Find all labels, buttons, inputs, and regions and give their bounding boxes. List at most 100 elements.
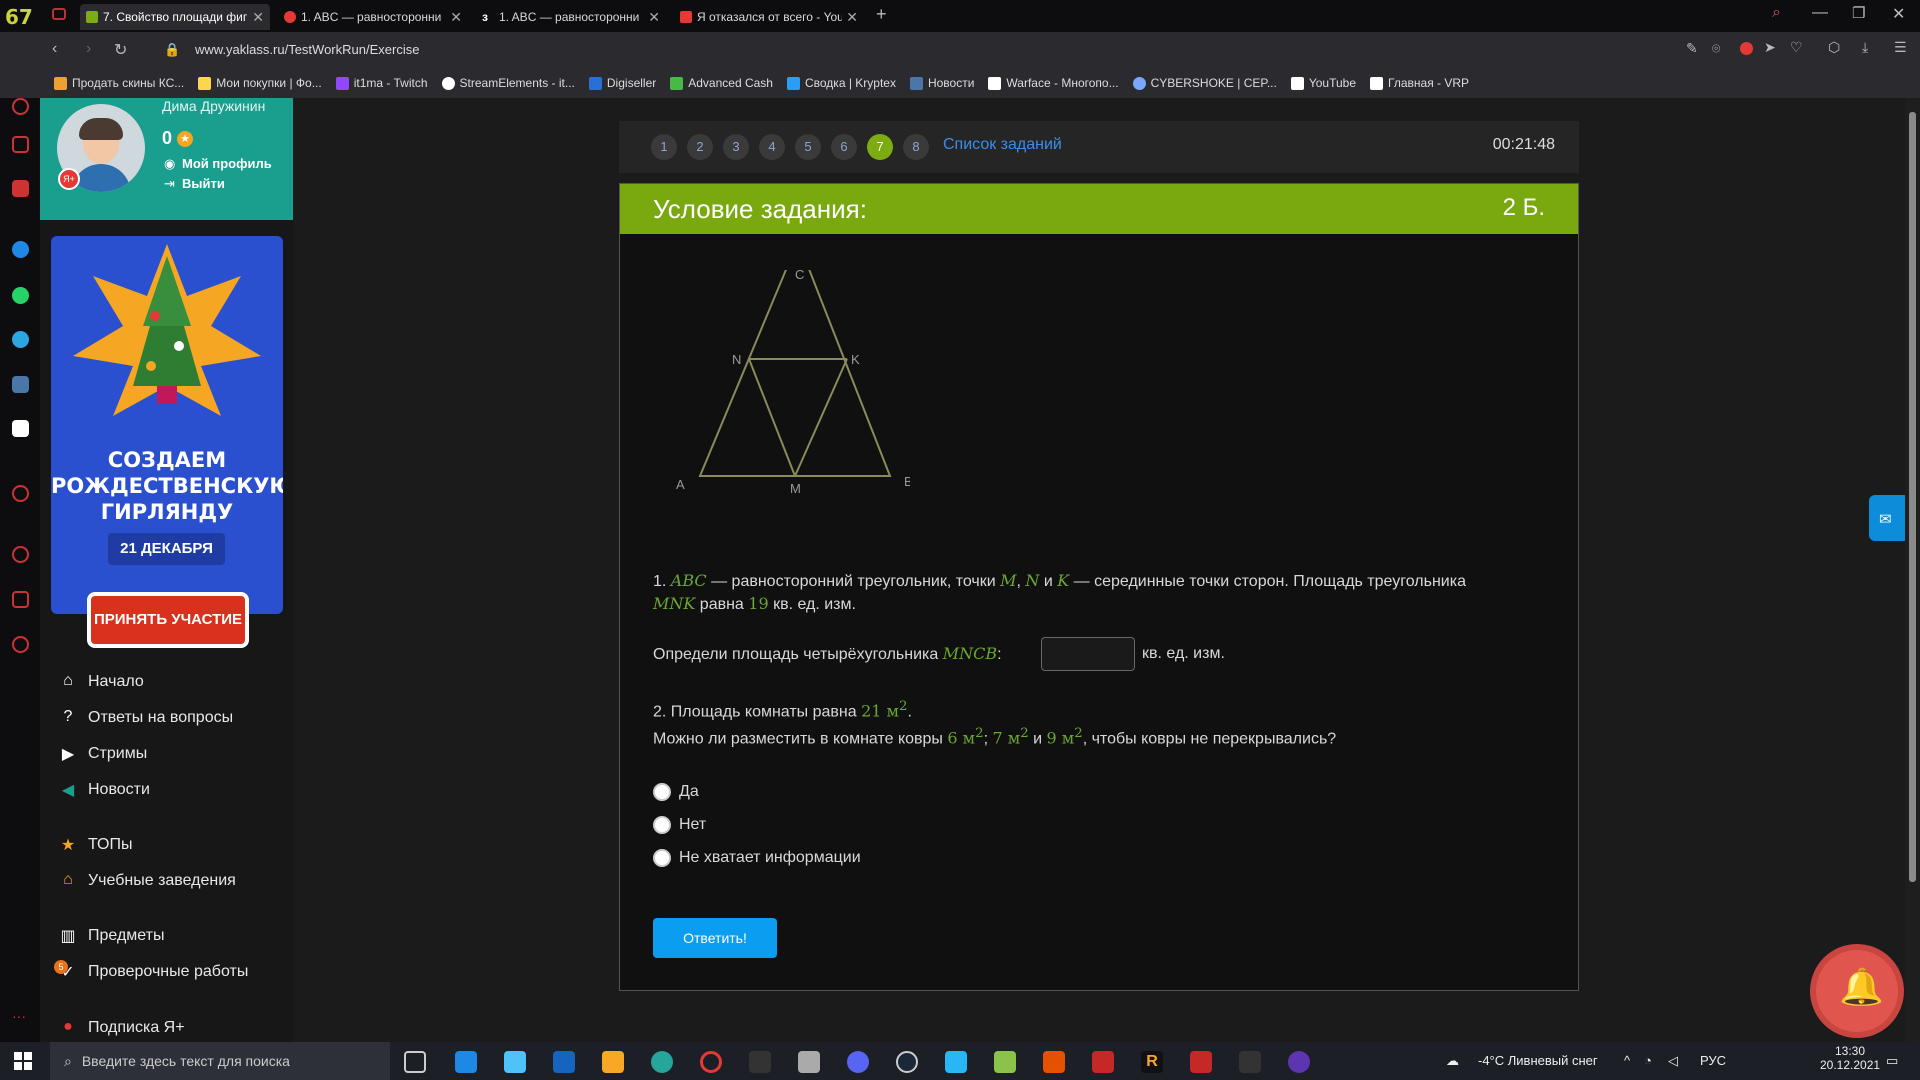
discord-sidebar-icon[interactable] xyxy=(12,420,29,437)
lock-icon[interactable]: 🔒 xyxy=(164,42,180,58)
area-answer-input[interactable] xyxy=(1041,637,1135,671)
shield-app-icon[interactable] xyxy=(1190,1051,1212,1073)
menu-item-subscription[interactable]: ● Подписка Я+ xyxy=(58,1018,184,1038)
bookmark-item[interactable]: Digiseller xyxy=(588,76,656,90)
notifications-button[interactable]: 🔔 xyxy=(1810,944,1904,1038)
tab-3[interactable]: з 1. ABC — равносторонни ✕ xyxy=(476,4,666,30)
opera-icon[interactable] xyxy=(700,1051,722,1073)
shop-icon[interactable] xyxy=(12,136,29,153)
bookmark-item[interactable]: StreamElements - it... xyxy=(441,76,575,90)
question-number-6[interactable]: 6 xyxy=(831,134,857,160)
bookmark-item[interactable]: Advanced Cash xyxy=(670,76,773,90)
close-tab-icon[interactable]: ✕ xyxy=(846,9,858,26)
bookmark-item[interactable]: Продать скины КС... xyxy=(54,76,184,90)
bookmark-item[interactable]: Warface - Многопо... xyxy=(988,76,1119,90)
menu-item-streams[interactable]: ▶ Стримы xyxy=(58,744,147,764)
messenger-icon[interactable] xyxy=(12,241,29,258)
download-icon[interactable]: ⤓ xyxy=(1862,39,1868,56)
menu-item-answers[interactable]: ? Ответы на вопросы xyxy=(58,708,234,728)
history-icon[interactable] xyxy=(12,546,29,563)
cube-icon[interactable]: ⬡ xyxy=(1828,39,1840,56)
clock[interactable]: 13:30 20.12.2021 xyxy=(1820,1044,1880,1072)
weather[interactable]: -4°C Ливневый снег xyxy=(1478,1053,1598,1068)
new-tab-button[interactable]: + xyxy=(876,4,887,25)
close-tab-icon[interactable]: ✕ xyxy=(648,9,660,26)
question-number-2[interactable]: 2 xyxy=(687,134,713,160)
rockstar-icon[interactable]: R xyxy=(1141,1051,1163,1073)
player-icon[interactable] xyxy=(12,485,29,502)
join-button[interactable]: ПРИНЯТЬ УЧАСТИЕ xyxy=(87,592,249,648)
notification-center-icon[interactable]: ▭ xyxy=(1886,1053,1898,1069)
bookmark-item[interactable]: Новости xyxy=(909,76,974,90)
adblock-icon[interactable] xyxy=(1740,42,1753,55)
logout-link[interactable]: Выйти xyxy=(182,176,225,191)
menu-item-tops[interactable]: ★ ТОПы xyxy=(58,835,133,855)
edit-icon[interactable]: ✎ xyxy=(1686,40,1698,57)
bookmark-item[interactable]: it1ma - Twitch xyxy=(335,76,428,90)
bookmark-item[interactable]: YouTube xyxy=(1290,76,1356,90)
bookmark-item[interactable]: Сводка | Kryptex xyxy=(786,76,896,90)
tab-2[interactable]: 1. ABC — равносторонни ✕ xyxy=(278,4,468,30)
network-icon[interactable]: ◔ xyxy=(1644,1053,1652,1068)
close-tab-icon[interactable]: ✕ xyxy=(252,9,264,26)
whatsapp-icon[interactable] xyxy=(12,287,29,304)
cube-app-icon[interactable] xyxy=(798,1051,820,1073)
my-profile-link[interactable]: Мой профиль xyxy=(182,156,272,171)
opera-menu-icon[interactable] xyxy=(52,8,66,20)
heart-icon[interactable]: ♡ xyxy=(1790,39,1803,56)
arrow-app-icon[interactable] xyxy=(1043,1051,1065,1073)
option-yes[interactable]: Да xyxy=(653,783,699,801)
tray-chevron-icon[interactable]: ^ xyxy=(1624,1053,1630,1068)
media-app-icon[interactable] xyxy=(1288,1051,1310,1073)
question-number-7[interactable]: 7 xyxy=(867,134,893,160)
close-window-icon[interactable]: ✕ xyxy=(1892,4,1905,24)
question-number-4[interactable]: 4 xyxy=(759,134,785,160)
game-app-icon[interactable] xyxy=(1092,1051,1114,1073)
language-indicator[interactable]: РУС xyxy=(1700,1053,1726,1068)
telegram-icon[interactable] xyxy=(12,331,29,348)
epic-games-icon[interactable] xyxy=(749,1051,771,1073)
menu-item-schools[interactable]: ⌂ Учебные заведения xyxy=(58,871,236,891)
volume-icon[interactable]: ◁ xyxy=(1668,1053,1678,1069)
mail-app-icon[interactable] xyxy=(455,1051,477,1073)
feedback-button[interactable]: ✉ xyxy=(1869,495,1905,541)
diamond-icon[interactable] xyxy=(945,1051,967,1073)
christmas-banner[interactable]: СОЗДАЕМ РОЖДЕСТВЕНСКУЮ ГИРЛЯНДУ 21 ДЕКАБ… xyxy=(51,236,283,614)
question-number-8[interactable]: 8 xyxy=(903,134,929,160)
forward-icon[interactable]: › xyxy=(86,40,91,58)
scrollbar-thumb[interactable] xyxy=(1909,112,1916,882)
minimize-icon[interactable]: — xyxy=(1812,4,1828,22)
close-tab-icon[interactable]: ✕ xyxy=(450,9,462,26)
radio-button[interactable] xyxy=(653,849,671,867)
edge-icon[interactable] xyxy=(651,1051,673,1073)
extensions-icon[interactable] xyxy=(12,591,29,608)
tab-1[interactable]: 7. Свойство площади фиг ✕ xyxy=(80,4,270,30)
restore-icon[interactable]: ❐ xyxy=(1852,4,1865,22)
menu-item-home[interactable]: ⌂ Начало xyxy=(58,672,144,692)
taskbar-search[interactable]: ⌕ Введите здесь текст для поиска xyxy=(50,1042,390,1080)
vk-sidebar-icon[interactable] xyxy=(12,376,29,393)
url-field[interactable]: www.yaklass.ru/TestWorkRun/Exercise xyxy=(195,42,419,57)
computer-icon[interactable] xyxy=(504,1051,526,1073)
more-icon[interactable]: ··· xyxy=(12,1008,26,1024)
tab-count-badge[interactable]: 67 xyxy=(5,5,33,29)
question-number-1[interactable]: 1 xyxy=(651,134,677,160)
back-icon[interactable]: ‹ xyxy=(52,40,57,58)
bookmark-item[interactable]: Мои покупки | Фо... xyxy=(198,76,322,90)
folder-icon[interactable] xyxy=(602,1051,624,1073)
question-number-5[interactable]: 5 xyxy=(795,134,821,160)
send-icon[interactable]: ➤ xyxy=(1764,39,1776,56)
menu-item-tests[interactable]: ✓ Проверочные работы xyxy=(58,962,248,982)
settings-icon[interactable] xyxy=(12,636,29,653)
camera-icon[interactable]: ⌾ xyxy=(1712,40,1720,57)
submit-answer-button[interactable]: Ответить! xyxy=(653,918,777,958)
user-name[interactable]: Дима Дружинин xyxy=(162,98,265,114)
speed-dial-icon[interactable] xyxy=(12,98,29,115)
menu-item-news[interactable]: ◀ Новости xyxy=(58,780,150,800)
tab-4[interactable]: Я отказался от всего - You ✕ xyxy=(674,4,864,30)
menu-item-subjects[interactable]: ▥ Предметы xyxy=(58,926,164,946)
option-no[interactable]: Нет xyxy=(653,816,706,834)
store-icon[interactable] xyxy=(553,1051,575,1073)
task-view-icon[interactable] xyxy=(404,1051,426,1073)
nvidia-app-icon[interactable] xyxy=(1239,1051,1261,1073)
